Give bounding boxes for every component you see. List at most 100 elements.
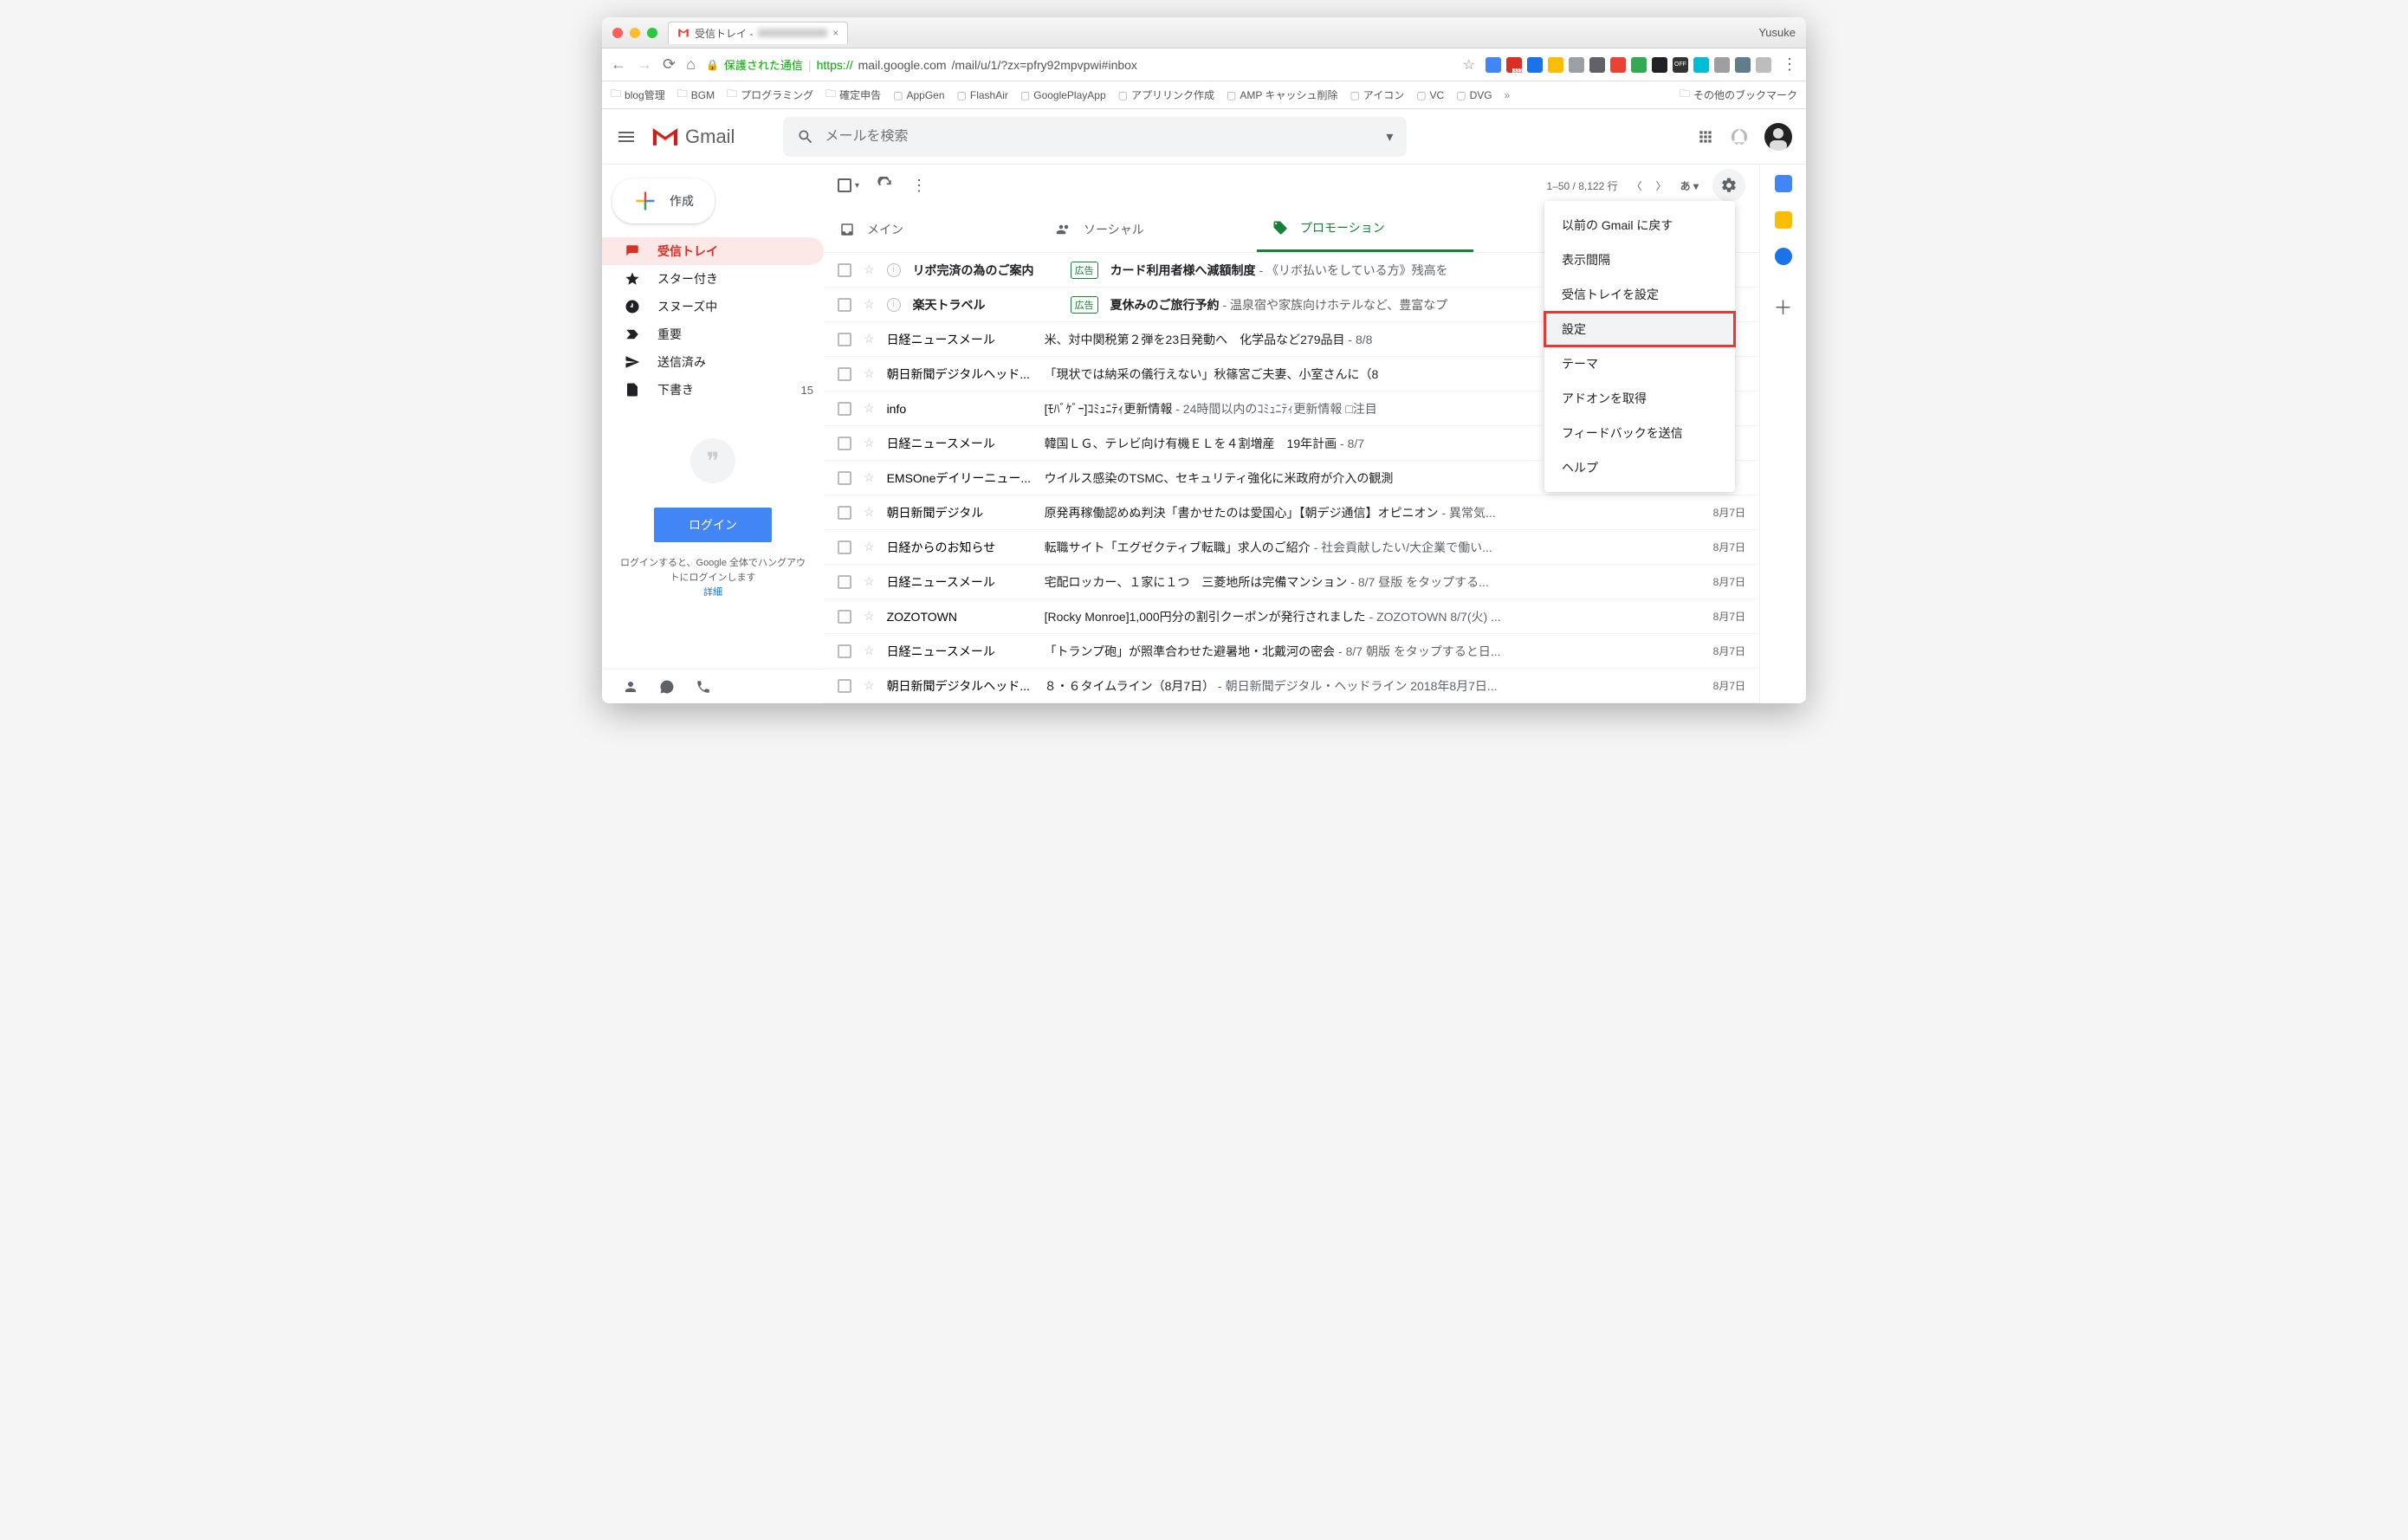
- extension-icon[interactable]: [1631, 57, 1647, 73]
- bookmark-item[interactable]: 🗀BGM: [677, 86, 715, 104]
- message-checkbox[interactable]: [838, 506, 851, 520]
- star-icon[interactable]: ☆: [864, 297, 875, 312]
- bookmark-item[interactable]: ▢GooglePlayApp: [1020, 89, 1106, 101]
- message-checkbox[interactable]: [838, 333, 851, 346]
- message-checkbox[interactable]: [838, 540, 851, 554]
- settings-menu-item[interactable]: 表示間隔: [1544, 243, 1735, 277]
- star-icon[interactable]: ☆: [864, 540, 875, 554]
- extension-icon[interactable]: 311: [1506, 57, 1522, 73]
- bookmark-item[interactable]: ▢アイコン: [1350, 87, 1404, 102]
- settings-menu-item[interactable]: 設定: [1544, 312, 1735, 346]
- extension-icon[interactable]: [1486, 57, 1501, 73]
- settings-menu-item[interactable]: ヘルプ: [1544, 450, 1735, 485]
- chrome-profile-name[interactable]: Yusuke: [1758, 26, 1796, 39]
- star-icon[interactable]: ☆: [864, 609, 875, 624]
- compose-button[interactable]: 作成: [612, 178, 715, 223]
- refresh-icon[interactable]: [877, 177, 894, 194]
- tab-inbox[interactable]: メイン: [824, 206, 1040, 252]
- extension-icon[interactable]: [1735, 57, 1751, 73]
- bookmark-item[interactable]: 🗀確定申告: [825, 86, 881, 104]
- extension-icon[interactable]: [1714, 57, 1730, 73]
- star-icon[interactable]: ☆: [864, 678, 875, 693]
- message-checkbox[interactable]: [838, 263, 851, 277]
- account-avatar[interactable]: [1764, 123, 1792, 151]
- chrome-menu-icon[interactable]: ⋮: [1782, 55, 1797, 74]
- settings-menu-item[interactable]: フィードバックを送信: [1544, 416, 1735, 450]
- phone-icon[interactable]: [696, 679, 711, 695]
- message-checkbox[interactable]: [838, 610, 851, 624]
- chat-icon[interactable]: [659, 679, 675, 695]
- add-addon-icon[interactable]: ＋: [1773, 293, 1792, 320]
- address-field[interactable]: 🔒 保護された通信 | https://mail.google.com/mail…: [706, 56, 1453, 73]
- nav-item-inbox[interactable]: 受信トレイ: [602, 237, 824, 265]
- extension-icon[interactable]: [1527, 57, 1543, 73]
- settings-menu-item[interactable]: アドオンを取得: [1544, 381, 1735, 416]
- extension-icon[interactable]: [1610, 57, 1626, 73]
- ad-info-icon[interactable]: i: [887, 263, 901, 277]
- message-checkbox[interactable]: [838, 367, 851, 381]
- nav-item-send[interactable]: 送信済み: [602, 348, 824, 376]
- select-all-checkbox[interactable]: [838, 178, 851, 192]
- message-row[interactable]: ☆朝日新聞デジタルヘッド...８・６タイムライン（8月7日） - 朝日新聞デジタ…: [824, 669, 1759, 703]
- minimize-window[interactable]: [630, 28, 640, 38]
- settings-menu-item[interactable]: 受信トレイを設定: [1544, 277, 1735, 312]
- hangouts-login-button[interactable]: ログイン: [654, 508, 772, 542]
- message-row[interactable]: ☆日経からのお知らせ転職サイト「エグゼクティブ転職」求人のご紹介 - 社会貢献し…: [824, 530, 1759, 565]
- bookmark-item[interactable]: ▢AppGen: [893, 89, 944, 101]
- nav-item-draft[interactable]: 下書き15: [602, 376, 824, 404]
- settings-button[interactable]: [1712, 169, 1745, 202]
- forward-button[interactable]: →: [637, 55, 652, 74]
- maximize-window[interactable]: [647, 28, 657, 38]
- nav-item-star[interactable]: スター付き: [602, 265, 824, 293]
- extension-icon[interactable]: [1693, 57, 1709, 73]
- bookmarks-overflow-icon[interactable]: »: [1505, 89, 1511, 101]
- hamburger-icon[interactable]: [616, 126, 637, 147]
- star-icon[interactable]: ☆: [864, 262, 875, 277]
- star-icon[interactable]: ☆: [864, 366, 875, 381]
- star-icon[interactable]: ☆: [864, 470, 875, 485]
- bookmark-item[interactable]: 🗀プログラミング: [727, 86, 813, 104]
- star-icon[interactable]: ☆: [864, 401, 875, 416]
- search-box[interactable]: ▾: [783, 117, 1407, 157]
- message-checkbox[interactable]: [838, 437, 851, 450]
- message-row[interactable]: ☆日経ニュースメール「トランプ砲」が照準合わせた避暑地・北戴河の密会 - 8/7…: [824, 634, 1759, 669]
- message-checkbox[interactable]: [838, 575, 851, 589]
- tab-tag[interactable]: プロモーション: [1257, 206, 1473, 252]
- bookmark-item[interactable]: ▢DVG: [1456, 89, 1492, 101]
- star-icon[interactable]: ☆: [864, 332, 875, 346]
- back-button[interactable]: ←: [611, 55, 626, 74]
- reload-button[interactable]: ⟳: [663, 55, 676, 74]
- message-row[interactable]: ☆ZOZOTOWN[Rocky Monroe]1,000円分の割引クーポンが発行…: [824, 599, 1759, 634]
- more-icon[interactable]: ⋮: [911, 177, 927, 195]
- next-page-icon[interactable]: 〉: [1656, 178, 1667, 193]
- bookmark-item[interactable]: ▢アプリリンク作成: [1118, 87, 1214, 102]
- close-tab-icon[interactable]: ×: [832, 27, 838, 39]
- browser-tab[interactable]: 受信トレイ - ×: [668, 22, 848, 44]
- ime-indicator[interactable]: あ ▾: [1680, 178, 1699, 193]
- hangouts-detail-link[interactable]: 詳細: [619, 585, 806, 599]
- apps-icon[interactable]: [1697, 128, 1714, 146]
- home-button[interactable]: ⌂: [686, 55, 696, 74]
- bookmark-item[interactable]: ▢FlashAir: [957, 89, 1008, 101]
- search-input[interactable]: [825, 129, 1376, 145]
- settings-menu-item[interactable]: テーマ: [1544, 346, 1735, 381]
- extension-icon[interactable]: [1569, 57, 1584, 73]
- star-icon[interactable]: ☆: [864, 574, 875, 589]
- extension-icon[interactable]: [1652, 57, 1667, 73]
- star-icon[interactable]: ☆: [864, 436, 875, 450]
- prev-page-icon[interactable]: 〈: [1632, 178, 1642, 193]
- extension-icon[interactable]: OFF: [1673, 57, 1688, 73]
- tab-people[interactable]: ソーシャル: [1040, 206, 1257, 252]
- bookmark-item[interactable]: ▢AMP キャッシュ削除: [1227, 87, 1337, 102]
- gmail-logo[interactable]: Gmail: [651, 126, 735, 148]
- nav-item-important[interactable]: 重要: [602, 320, 824, 348]
- select-dropdown-icon[interactable]: ▾: [855, 181, 859, 191]
- star-icon[interactable]: ☆: [864, 505, 875, 520]
- message-checkbox[interactable]: [838, 402, 851, 416]
- calendar-app-icon[interactable]: [1775, 175, 1792, 192]
- extension-icon[interactable]: [1756, 57, 1771, 73]
- message-checkbox[interactable]: [838, 644, 851, 658]
- bookmark-item[interactable]: ▢VC: [1416, 89, 1444, 101]
- other-bookmarks[interactable]: 🗀その他のブックマーク: [1680, 86, 1797, 104]
- settings-menu-item[interactable]: 以前の Gmail に戻す: [1544, 208, 1735, 243]
